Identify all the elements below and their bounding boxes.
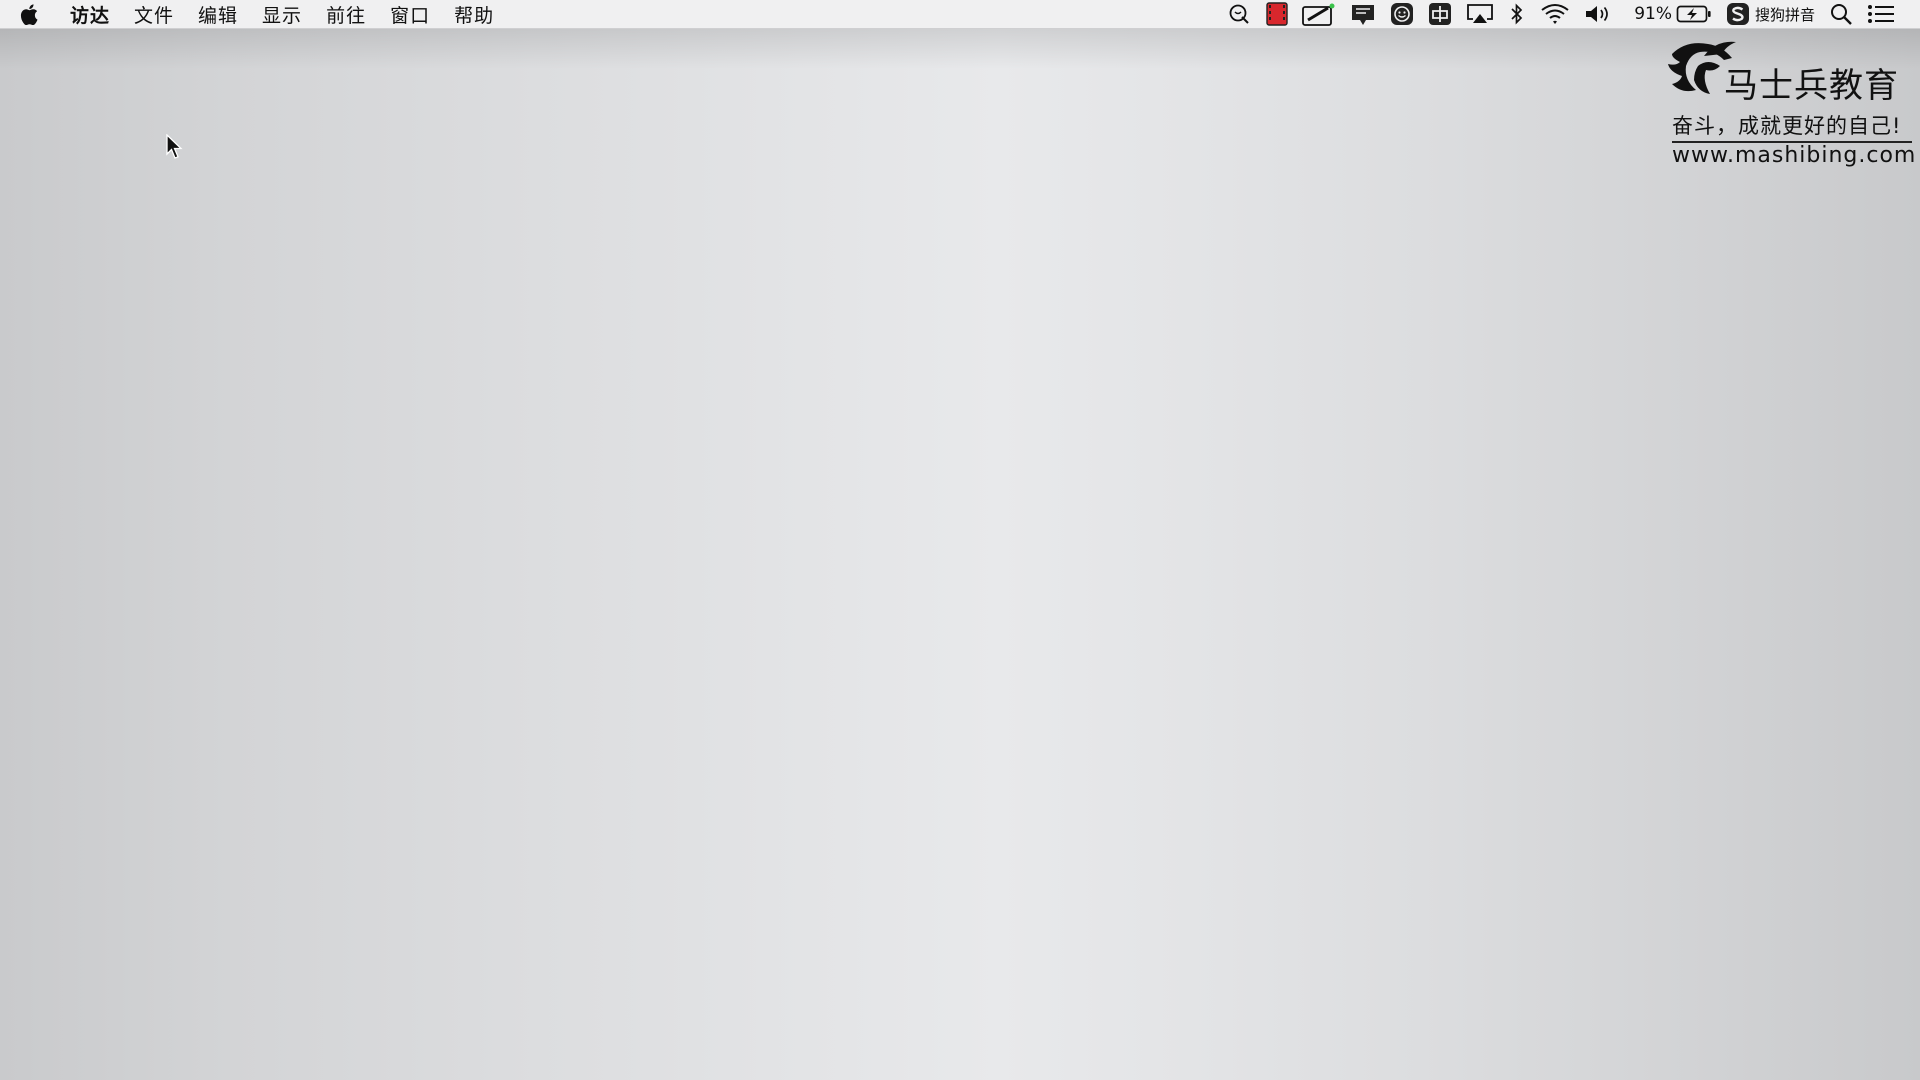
status-area: 91% 搜狗拼音 bbox=[1221, 0, 1920, 28]
menu-go[interactable]: 前往 bbox=[314, 0, 378, 28]
tray-qq[interactable] bbox=[1221, 0, 1259, 28]
menu-bar: 访达 文件 编辑 显示 前往 窗口 帮助 91% 搜狗拼音 bbox=[0, 0, 1920, 29]
tray-bluetooth[interactable] bbox=[1501, 0, 1533, 28]
tray-spotlight[interactable] bbox=[1822, 0, 1860, 28]
airplay-icon bbox=[1467, 4, 1494, 23]
tray-notification-center[interactable] bbox=[1860, 0, 1902, 28]
input-method-label: 搜狗拼音 bbox=[1754, 5, 1815, 24]
input-grid-icon bbox=[1429, 3, 1452, 25]
menu-help[interactable]: 帮助 bbox=[442, 0, 506, 28]
menubar-shadow bbox=[0, 29, 1920, 69]
qq-icon bbox=[1229, 4, 1249, 24]
bluetooth-icon bbox=[1511, 3, 1523, 25]
menu-left: 访达 文件 编辑 显示 前往 窗口 帮助 bbox=[0, 0, 506, 28]
menu-edit[interactable]: 编辑 bbox=[186, 0, 250, 28]
screen-recorder-icon bbox=[1266, 2, 1288, 26]
volume-icon bbox=[1586, 6, 1609, 22]
search-icon bbox=[1831, 4, 1852, 25]
menu-finder[interactable]: 访达 bbox=[58, 0, 122, 28]
tray-grid[interactable] bbox=[1421, 0, 1459, 28]
tray-volume[interactable] bbox=[1577, 0, 1619, 28]
apple-menu[interactable] bbox=[0, 0, 58, 28]
battery-percent: 91% bbox=[1634, 4, 1672, 24]
menu-file[interactable]: 文件 bbox=[122, 0, 186, 28]
drawing-tablet-icon bbox=[1302, 3, 1335, 26]
brand-url: www.mashibing.com bbox=[1672, 143, 1917, 168]
notification-icon bbox=[1352, 5, 1375, 25]
apple-logo-icon bbox=[20, 3, 38, 25]
list-icon bbox=[1868, 5, 1894, 23]
tray-notify[interactable] bbox=[1343, 0, 1383, 28]
mouse-pointer-icon bbox=[166, 134, 183, 159]
tray-battery[interactable]: 91% bbox=[1619, 0, 1719, 28]
menu-window[interactable]: 窗口 bbox=[378, 0, 442, 28]
battery-charging-icon bbox=[1676, 5, 1711, 23]
brand-name: 马士兵教育 bbox=[1724, 66, 1899, 106]
tray-recorder[interactable] bbox=[1259, 0, 1295, 28]
wifi-icon bbox=[1541, 4, 1569, 24]
tray-wifi[interactable] bbox=[1533, 0, 1577, 28]
brand-watermark: 马士兵教育 奋斗，成就更好的自己! www.mashibing.com bbox=[1658, 36, 1918, 172]
tray-drawing[interactable] bbox=[1295, 0, 1343, 28]
tray-emoji[interactable] bbox=[1383, 0, 1421, 28]
tray-airplay[interactable] bbox=[1459, 0, 1501, 28]
brand-slogan: 奋斗，成就更好的自己! bbox=[1672, 114, 1902, 138]
tray-input-method[interactable]: 搜狗拼音 bbox=[1719, 0, 1822, 28]
sogou-input-icon bbox=[1726, 3, 1749, 25]
menu-view[interactable]: 显示 bbox=[250, 0, 314, 28]
emoji-icon bbox=[1391, 3, 1414, 25]
